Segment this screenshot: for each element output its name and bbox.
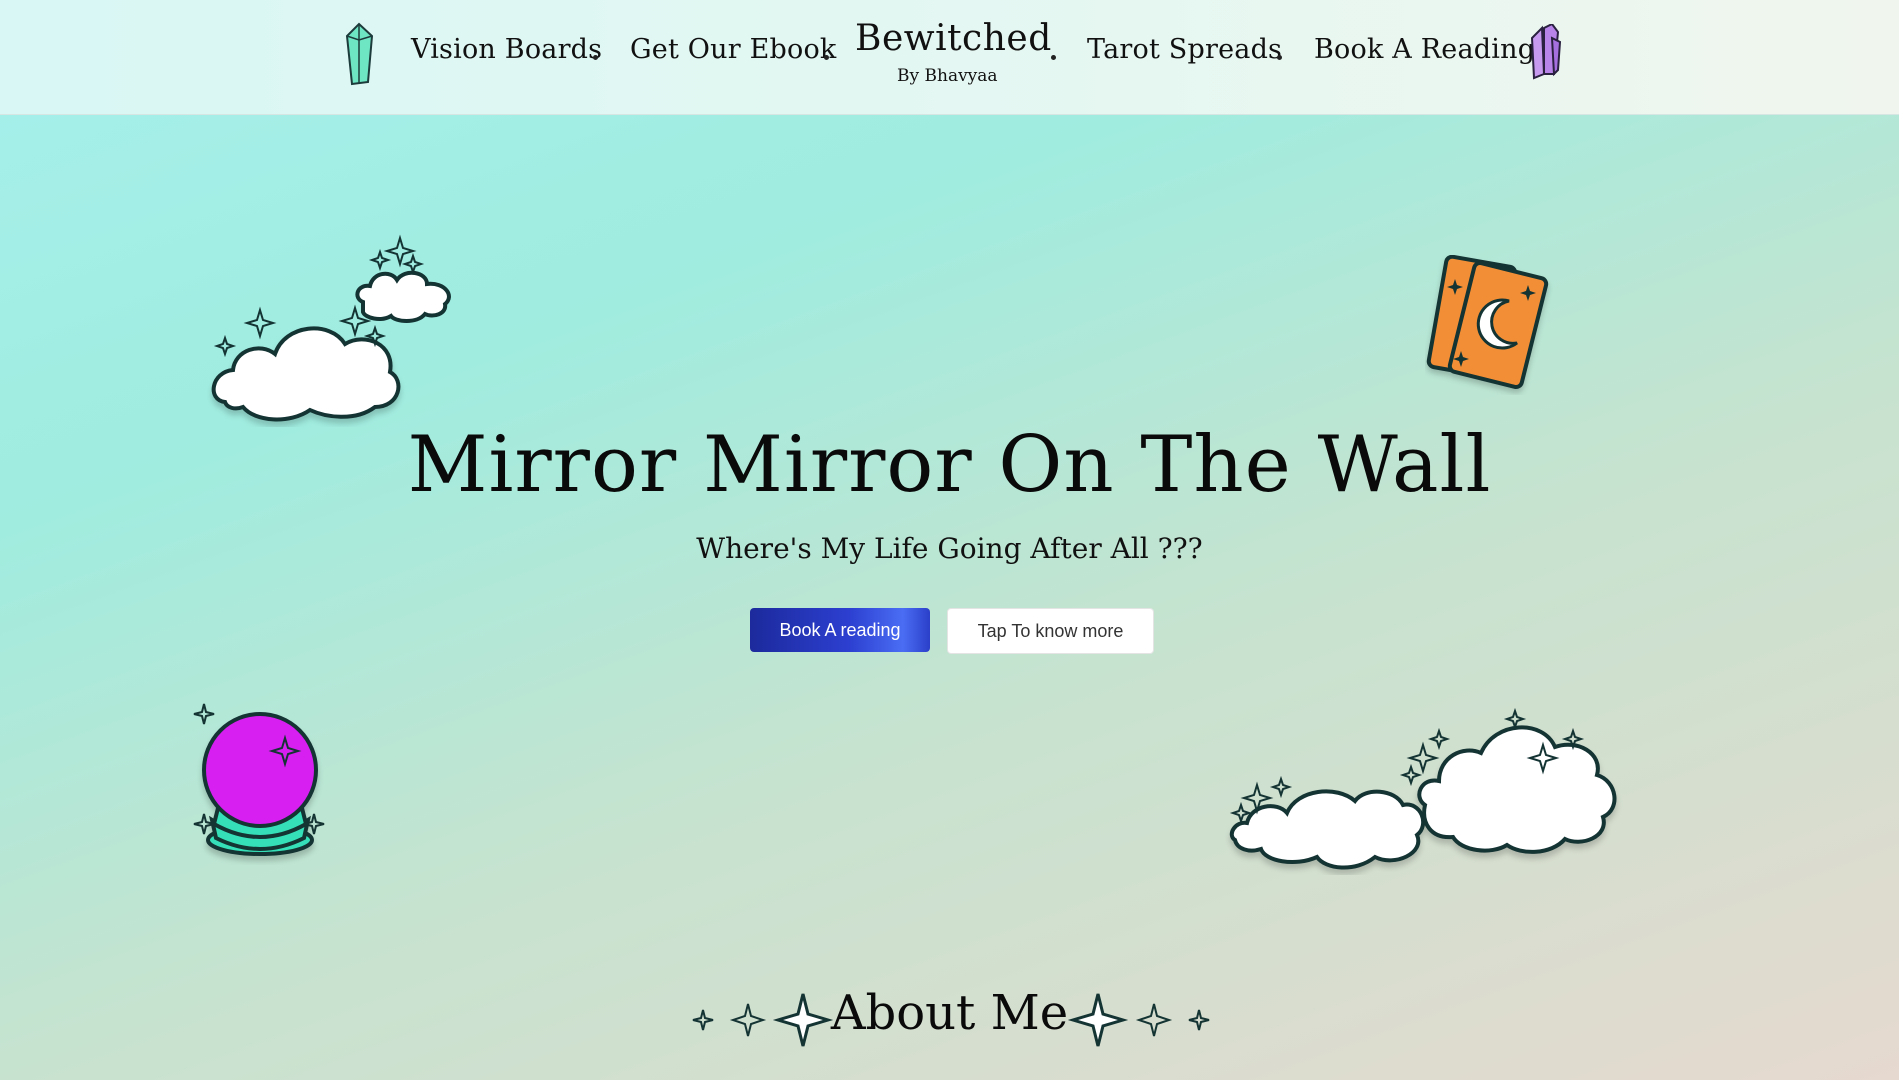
brand-title[interactable]: Bewitched (855, 18, 1052, 59)
crystal-ball-icon (193, 703, 325, 856)
crystal-icon (345, 22, 374, 86)
top-nav: Vision Boards Get Our Ebook Bewitched By… (0, 0, 1899, 115)
crystal-cluster-icon (1530, 24, 1562, 80)
book-reading-button[interactable]: Book A reading (750, 608, 930, 652)
about-heading: About Me (830, 985, 1069, 1041)
nav-link-book-reading[interactable]: Book A Reading (1314, 34, 1535, 65)
hero-subtitle: Where's My Life Going After All ??? (696, 532, 1203, 565)
nav-separator (593, 55, 598, 60)
nav-link-vision-boards[interactable]: Vision Boards (411, 34, 602, 65)
nav-separator (1051, 55, 1056, 60)
nav-link-tarot-spreads[interactable]: Tarot Spreads (1087, 34, 1282, 65)
cloud-icon (211, 234, 451, 422)
know-more-button[interactable]: Tap To know more (947, 608, 1154, 654)
nav-separator (824, 55, 829, 60)
cloud-icon (1229, 707, 1617, 870)
brand-subtitle: By Bhavyaa (897, 66, 998, 86)
sparkles-right-icon (1067, 993, 1210, 1047)
hero-title: Mirror Mirror On The Wall (407, 420, 1492, 510)
nav-separator (1277, 55, 1282, 60)
nav-link-ebook[interactable]: Get Our Ebook (630, 34, 836, 65)
tarot-cards-icon (1426, 255, 1549, 390)
